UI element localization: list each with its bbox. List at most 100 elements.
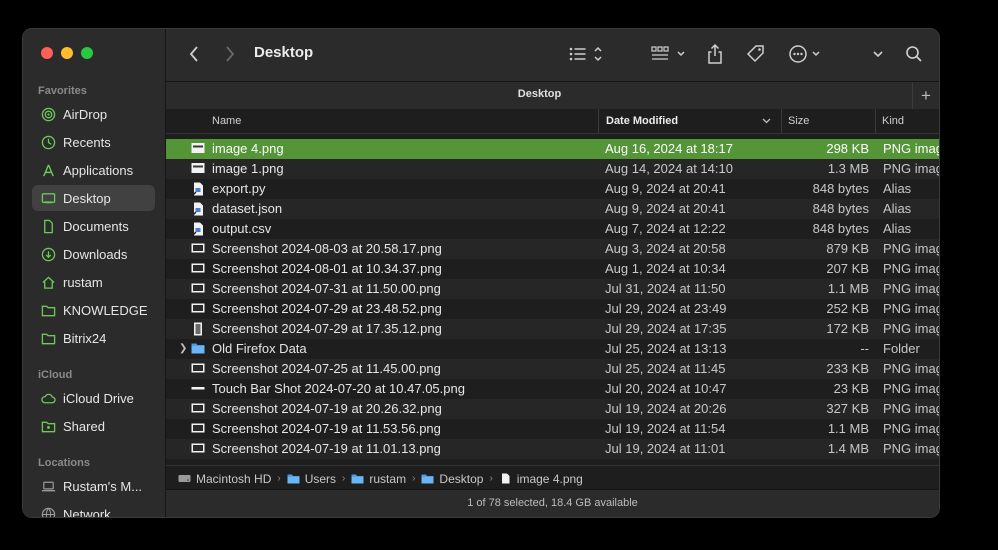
path-segment-label: Macintosh HD (196, 471, 272, 486)
home-icon (40, 274, 56, 290)
touchbar-file-icon (191, 382, 207, 396)
file-date: Aug 9, 2024 at 20:41 (605, 181, 726, 196)
sidebar-item-applications[interactable]: Applications (32, 157, 155, 183)
sidebar-item-rustam[interactable]: rustam (32, 269, 155, 295)
sidebar-item-label: Downloads (63, 246, 128, 262)
file-size: 233 KB (826, 361, 869, 376)
column-kind-header[interactable]: Kind (875, 109, 939, 133)
file-name: image 4.png (212, 141, 284, 156)
folder-icon (351, 473, 369, 484)
column-size-header[interactable]: Size (781, 109, 875, 133)
file-size: 1.3 MB (827, 161, 869, 176)
sidebar-item-label: Bitrix24 (63, 330, 107, 346)
sidebar: Favorites AirDrop Recents Applications D… (23, 29, 166, 517)
sidebar-item-shared[interactable]: Shared (32, 413, 155, 439)
sidebar-item-label: iCloud Drive (63, 390, 134, 406)
file-kind: PNG image (883, 141, 939, 156)
tags-button[interactable] (746, 43, 766, 65)
file-size: 327 KB (826, 401, 869, 416)
file-date: Aug 16, 2024 at 18:17 (605, 141, 733, 156)
path-segment[interactable]: rustam (351, 472, 406, 486)
file-size: 298 KB (826, 141, 869, 156)
sidebar-item-mac[interactable]: Rustam's M... (32, 473, 155, 499)
back-button[interactable] (188, 43, 200, 65)
clock-icon (40, 134, 56, 150)
screenshot-tall-file-icon (191, 322, 207, 336)
chevron-down-icon (873, 51, 883, 58)
file-row[interactable]: Screenshot 2024-07-19 at 11.01.13.png Jul… (166, 439, 939, 459)
share-button[interactable] (706, 43, 724, 65)
cloud-icon (40, 390, 56, 406)
tab-desktop[interactable]: Desktop (166, 88, 913, 100)
file-name: Screenshot 2024-08-01 at 10.34.37.png (212, 261, 442, 276)
file-row[interactable]: Screenshot 2024-07-19 at 11.53.56.png Jul… (166, 419, 939, 439)
applications-icon (40, 162, 56, 178)
screenshot-file-icon (191, 422, 207, 436)
sidebar-item-network[interactable]: Network (32, 501, 155, 517)
file-row[interactable]: Touch Bar Shot 2024-07-20 at 10.47.05.pn… (166, 379, 939, 399)
column-date-header[interactable]: Date Modified (598, 109, 781, 133)
folder-icon (191, 342, 207, 356)
action-button[interactable] (788, 43, 824, 65)
file-row[interactable]: Screenshot 2024-08-03 at 20.58.17.png Aug… (166, 239, 939, 259)
disk-icon (178, 473, 196, 484)
new-tab-button[interactable]: + (912, 82, 939, 109)
file-row[interactable]: Screenshot 2024-07-29 at 23.48.52.png Jul… (166, 299, 939, 319)
file-row[interactable]: Screenshot 2024-07-19 at 20.26.32.png Jul… (166, 399, 939, 419)
sidebar-item-downloads[interactable]: Downloads (32, 241, 155, 267)
sidebar-item-documents[interactable]: Documents (32, 213, 155, 239)
file-name: Screenshot 2024-07-19 at 20.26.32.png (212, 401, 442, 416)
file-row[interactable]: Screenshot 2024-07-29 at 17.35.12.png Jul… (166, 319, 939, 339)
group-button[interactable] (651, 43, 689, 65)
laptop-icon (40, 478, 56, 494)
sidebar-item-recents[interactable]: Recents (32, 129, 155, 155)
file-size: 848 bytes (812, 201, 869, 216)
zoom-window-button[interactable] (81, 47, 93, 59)
sidebar-item-icloud-drive[interactable]: iCloud Drive (32, 385, 155, 411)
toolbar-overflow-button[interactable] (872, 43, 884, 65)
file-row[interactable]: export.py Aug 9, 2024 at 20:41 848 bytes Al… (166, 179, 939, 199)
forward-button[interactable] (224, 43, 236, 65)
alias-file-icon (191, 182, 207, 196)
sidebar-item-desktop[interactable]: Desktop (32, 185, 155, 211)
sidebar-item-knowledge[interactable]: KNOWLEDGE (32, 297, 155, 323)
file-row[interactable]: Screenshot 2024-07-31 at 11.50.00.png Jul… (166, 279, 939, 299)
close-window-button[interactable] (41, 47, 53, 59)
path-segment[interactable]: Macintosh HD (178, 472, 271, 486)
file-row[interactable]: Screenshot 2024-08-01 at 10.34.37.png Aug… (166, 259, 939, 279)
search-icon (906, 46, 922, 62)
column-name-header[interactable]: Name (212, 109, 241, 133)
file-row[interactable]: image 1.png Aug 14, 2024 at 14:10 1.3 MB PN… (166, 159, 939, 179)
path-segment-label: image 4.png (516, 471, 583, 486)
file-name: Screenshot 2024-07-31 at 11.50.00.png (212, 281, 441, 296)
sidebar-item-label: Rustam's M... (63, 478, 143, 494)
sidebar-section-locations: Locations (38, 457, 90, 469)
file-name: export.py (212, 181, 266, 196)
file-list: image 4.png Aug 16, 2024 at 18:17 298 KB PN… (166, 139, 939, 459)
file-row[interactable]: dataset.json Aug 9, 2024 at 20:41 848 byte… (166, 199, 939, 219)
file-row[interactable]: Screenshot 2024-07-25 at 11.45.00.png Jul… (166, 359, 939, 379)
file-name: Screenshot 2024-07-19 at 11.53.56.png (212, 421, 441, 436)
disclosure-chevron-icon[interactable]: ❯ (179, 339, 191, 359)
search-button[interactable] (905, 43, 923, 65)
view-options-button[interactable] (568, 43, 606, 65)
chevron-right-icon: › (412, 473, 416, 484)
file-kind: PNG image (883, 441, 939, 456)
file-kind: PNG image (883, 321, 939, 336)
minimize-window-button[interactable] (61, 47, 73, 59)
shared-folder-icon (40, 418, 56, 434)
screenshot-file-icon (191, 362, 207, 376)
file-date: Jul 31, 2024 at 11:50 (605, 281, 726, 296)
path-segment[interactable]: Users (287, 472, 336, 486)
path-segment[interactable]: image 4.png (499, 472, 583, 486)
path-segment[interactable]: Desktop (421, 472, 483, 486)
sidebar-item-bitrix24[interactable]: Bitrix24 (32, 325, 155, 351)
file-row[interactable]: ❯ Old Firefox Data Jul 25, 2024 at 13:13 --… (166, 339, 939, 359)
sidebar-item-airdrop[interactable]: AirDrop (32, 101, 155, 127)
file-row[interactable]: image 4.png Aug 16, 2024 at 18:17 298 KB PN… (166, 139, 939, 159)
image-file-icon (191, 162, 207, 176)
path-bar: Macintosh HD › Users › rustam › Desktop › image … (166, 465, 939, 491)
plus-icon: + (921, 85, 931, 105)
file-kind: PNG image (883, 301, 939, 316)
file-row[interactable]: output.csv Aug 7, 2024 at 12:22 848 bytes A… (166, 219, 939, 239)
